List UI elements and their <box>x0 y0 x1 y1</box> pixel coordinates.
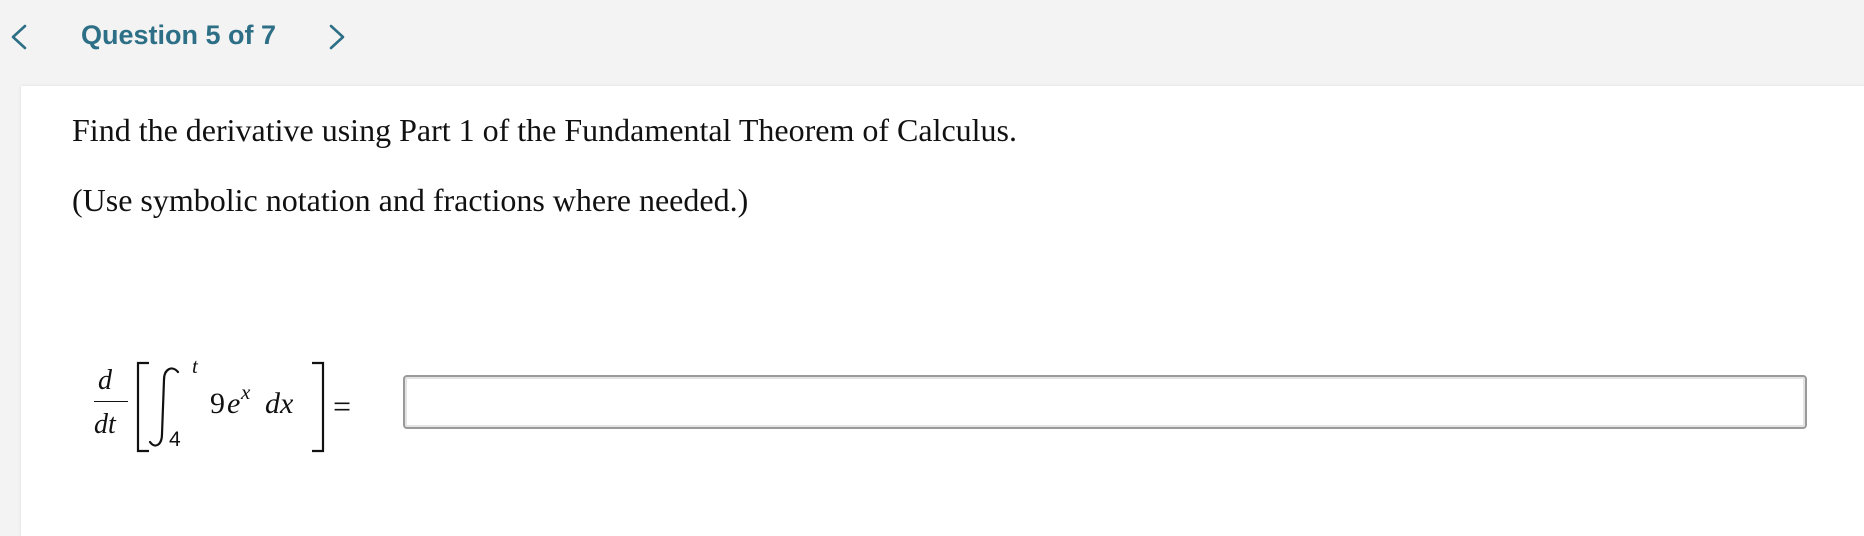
integrand-base: e <box>227 387 241 420</box>
integrand-exponent: x <box>241 380 251 404</box>
question-instruction: Find the derivative using Part 1 of the … <box>72 112 1017 148</box>
chevron-right-icon <box>329 24 345 50</box>
lower-limit: 4 <box>169 428 181 451</box>
integrand-coefficient: 9 <box>210 387 225 420</box>
answer-input[interactable] <box>403 375 1807 429</box>
integrand-differential: dx <box>265 387 294 420</box>
upper-limit: t <box>192 354 198 378</box>
question-hint: (Use symbolic notation and fractions whe… <box>72 182 749 218</box>
top-navigation-bar: Question 5 of 7 <box>0 0 1864 84</box>
question-counter: Question 5 of 7 <box>81 20 277 50</box>
left-bracket <box>136 361 149 453</box>
equals-sign: = <box>333 388 352 424</box>
right-bracket <box>312 361 325 453</box>
question-card <box>21 86 1864 536</box>
math-expression: d dt t 4 9 e x dx = <box>88 356 378 456</box>
next-question-button[interactable] <box>326 20 348 54</box>
chevron-left-icon <box>11 24 27 50</box>
previous-question-button[interactable] <box>8 20 30 54</box>
